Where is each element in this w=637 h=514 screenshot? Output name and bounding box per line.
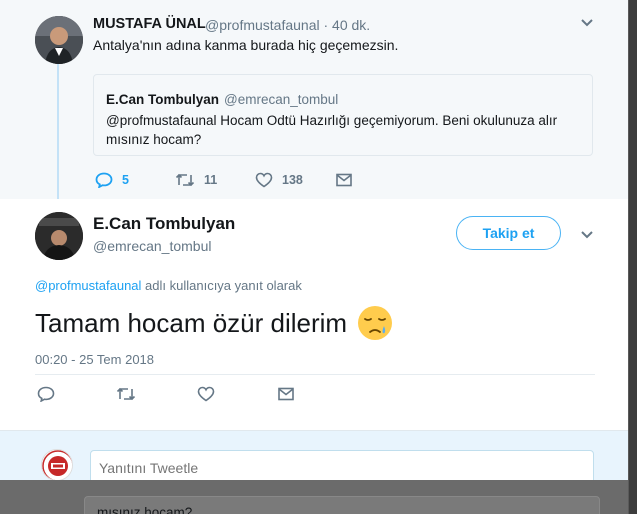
quoted-tweet[interactable]: E.Can Tombulyan @emrecan_tombul @profmus…	[93, 74, 593, 156]
reply-count: 5	[122, 173, 129, 187]
tweet-timestamp[interactable]: 00:20 - 25 Tem 2018	[35, 352, 154, 367]
parent-tweet[interactable]: MUSTAFA ÜNAL @profmustafaunal · 40 dk. A…	[0, 0, 628, 206]
retweet-count: 11	[204, 173, 218, 187]
envelope-icon	[278, 387, 294, 401]
retweet-icon	[116, 387, 136, 401]
sad-relieved-face-emoji-icon	[358, 306, 393, 340]
chevron-down-icon[interactable]	[580, 18, 594, 28]
tweet-permalink-card: MUSTAFA ÜNAL @profmustafaunal · 40 dk. A…	[0, 0, 628, 514]
parent-handle-time[interactable]: @profmustafaunal · 40 dk.	[205, 17, 370, 33]
retweet-action[interactable]: 11	[175, 172, 217, 188]
parent-tweet-text: Antalya'nın adına kanma burada hiç geçem…	[93, 37, 399, 53]
like-action[interactable]	[197, 386, 215, 402]
replying-to-context: @profmustafaunal adlı kullanıcıya yanıt …	[35, 278, 302, 293]
reply-icon	[37, 386, 55, 402]
like-count: 138	[282, 173, 303, 187]
replying-to-mention-link[interactable]: @profmustafaunal	[35, 278, 141, 293]
reply-icon	[95, 172, 113, 188]
main-tweet: E.Can Tombulyan @emrecan_tombul Takip et…	[0, 199, 628, 430]
main-author-name[interactable]: E.Can Tombulyan	[93, 214, 235, 234]
chevron-down-icon[interactable]	[580, 230, 594, 240]
background-peek-text: mısınız hocam?	[97, 505, 193, 514]
main-author-handle[interactable]: @emrecan_tombul	[93, 238, 212, 254]
main-tweet-body: Tamam hocam özür dilerim	[35, 307, 348, 338]
retweet-action[interactable]	[116, 386, 136, 402]
quoted-author-name: E.Can Tombulyan	[106, 92, 220, 107]
direct-message-action[interactable]	[277, 386, 295, 402]
like-action[interactable]: 138	[255, 172, 303, 188]
main-tweet-text: Tamam hocam özür dilerim	[35, 305, 393, 341]
heart-icon	[197, 386, 215, 402]
reply-action[interactable]: 5	[95, 172, 129, 188]
current-user-avatar	[41, 449, 73, 481]
parent-author-avatar[interactable]	[35, 16, 83, 64]
quoted-tweet-text: @profmustafaunal Hocam Odtü Hazırlığı ge…	[106, 113, 558, 147]
parent-author-name[interactable]: MUSTAFA ÜNAL	[93, 16, 206, 32]
divider	[35, 374, 595, 375]
heart-icon	[255, 172, 273, 188]
reply-composer	[0, 430, 628, 486]
follow-button[interactable]: Takip et	[456, 216, 561, 250]
background-quoted-tweet-peek: mısınız hocam?	[84, 496, 600, 514]
replying-to-text: adlı kullanıcıya yanıt olarak	[145, 278, 302, 293]
thread-connector-line	[57, 64, 59, 206]
reply-action[interactable]	[37, 386, 55, 402]
direct-message-action[interactable]	[335, 172, 353, 188]
window-edge	[629, 0, 637, 514]
main-author-avatar[interactable]	[35, 212, 83, 260]
quoted-author-handle: @emrecan_tombul	[224, 92, 339, 107]
retweet-icon	[175, 173, 195, 187]
envelope-icon	[336, 173, 352, 187]
